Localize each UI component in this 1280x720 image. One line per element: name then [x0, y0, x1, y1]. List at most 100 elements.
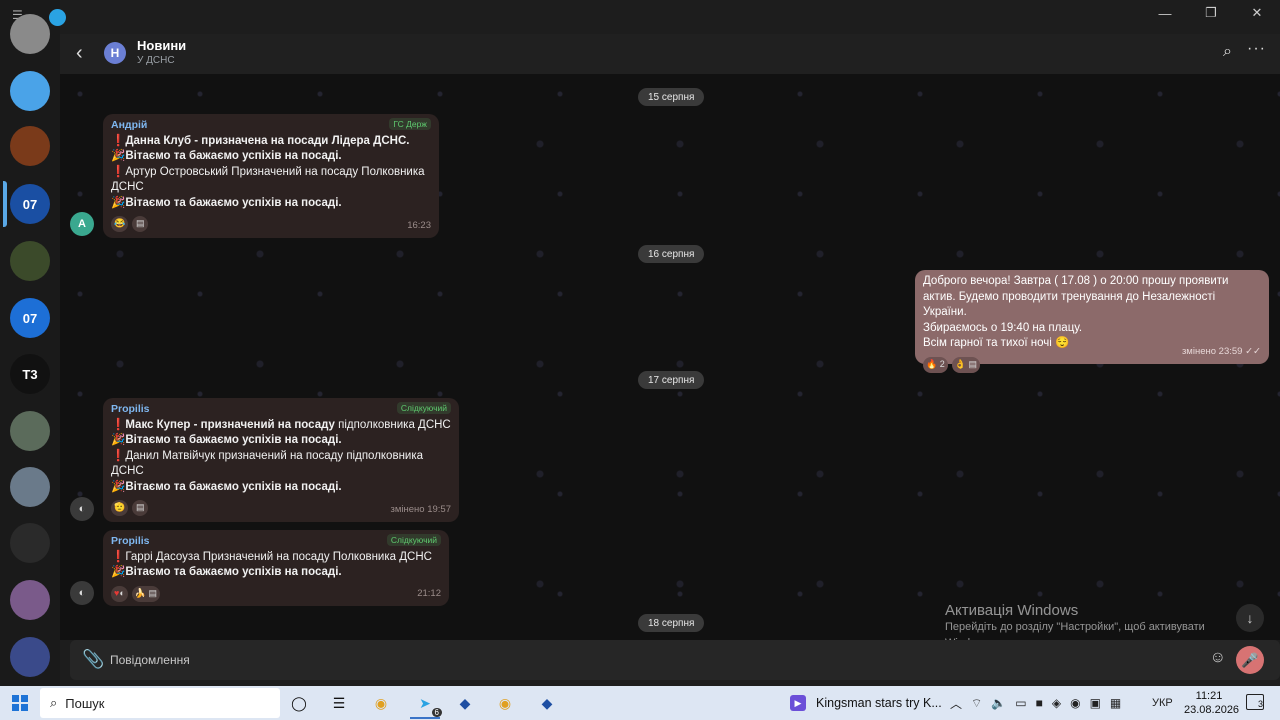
media-widget[interactable]: ▶ Kingsman stars try K...: [790, 686, 942, 720]
sidebar-chat-chat-5[interactable]: [10, 241, 50, 281]
sidebar-chat-dsns-07[interactable]: 07: [10, 184, 50, 224]
reactions-row: 😂 ▤: [111, 216, 431, 232]
paperclip-icon[interactable]: 📎: [82, 649, 104, 670]
fire-reaction[interactable]: 🔥 2: [923, 356, 948, 373]
message-line: ДСНС: [111, 181, 144, 193]
party-popper-icon: 🎉: [111, 480, 126, 493]
telegram-badge: 6: [431, 708, 442, 717]
minimize-button[interactable]: —: [1142, 0, 1188, 26]
chat-header: ‹ Н Новини У ДСНС ⌕ ···: [60, 34, 1280, 74]
sidebar-chat-t3[interactable]: T3: [10, 354, 50, 394]
telegram-taskbar-icon[interactable]: ➤ 6: [414, 692, 442, 717]
tray-app-icon[interactable]: ■: [1036, 696, 1043, 710]
chevron-up-icon[interactable]: ︿: [950, 695, 962, 712]
edited-label: змінено: [1181, 345, 1217, 357]
battery-icon[interactable]: ▭: [1015, 696, 1026, 710]
notification-count: 3: [1257, 699, 1263, 709]
tray-app-icon[interactable]: ◉: [1070, 696, 1080, 710]
task-view-icon[interactable]: ◯: [288, 692, 310, 714]
sidebar-chat-chat-07-leaders[interactable]: 07: [10, 298, 50, 338]
message-bubble[interactable]: Андрій ГС Держ ❗Данна Клуб - призначена …: [103, 114, 439, 238]
clock-time: 11:21: [1195, 690, 1223, 702]
message-bubble[interactable]: Propilis Слідкуючий ❗Макс Купер - призна…: [103, 398, 459, 522]
widgets-icon[interactable]: ☰: [328, 692, 350, 714]
speaker-icon[interactable]: 🔈: [991, 696, 1006, 710]
message-line: актив. Будемо проводити тренування до Не…: [923, 290, 1216, 319]
heart-reaction-icon[interactable]: ♥ ◐: [111, 585, 128, 602]
party-popper-icon: 🎉: [111, 434, 126, 446]
chrome-icon[interactable]: ◉: [494, 692, 516, 714]
activation-text: Перейдіть до розділу "Настройки", щоб ак…: [945, 621, 1205, 640]
sticker-icon[interactable]: ☺: [1210, 649, 1226, 667]
reactor-avatar: ▤: [132, 500, 149, 516]
date-separator: 18 серпня: [638, 614, 705, 632]
message-line: ❗Артур Островський Призначений на посаду…: [111, 165, 425, 178]
banana-reaction-icon[interactable]: 🍌 ▤: [131, 585, 160, 602]
folder-sidebar: ☰ 07 07 T3: [0, 0, 66, 686]
tray-app-icon[interactable]: ▣: [1090, 696, 1101, 710]
back-arrow-icon[interactable]: ‹: [76, 42, 83, 65]
microphone-button[interactable]: 🎤: [1236, 646, 1264, 674]
sidebar-chat-chat-9[interactable]: [10, 467, 50, 507]
sidebar-chat-chat-8[interactable]: [10, 411, 50, 451]
app-icon[interactable]: ◆: [536, 692, 558, 714]
party-popper-icon: 🎉: [111, 196, 126, 209]
sidebar-chat-chat-12[interactable]: [10, 637, 50, 677]
windows-start-button[interactable]: [12, 695, 28, 711]
chrome-icon[interactable]: ◉: [370, 692, 392, 714]
activation-title: Активація Windows: [945, 602, 1079, 619]
windows-taskbar: ⌕ Пошук ◯ ☰ ◉ ➤ 6 ◆ ◉ ◆ ▶ Kingsman stars t…: [0, 686, 1280, 720]
party-popper-icon: 🎉: [111, 150, 126, 162]
tray-app-icon[interactable]: ◈: [1052, 696, 1061, 710]
active-app-indicator: [410, 717, 440, 719]
exclamation-icon: ❗: [111, 418, 126, 431]
message-input[interactable]: [110, 650, 1110, 670]
app-icon[interactable]: ◆: [454, 692, 476, 714]
more-options-icon[interactable]: ···: [1247, 40, 1266, 58]
salute-reaction-icon[interactable]: 🫡: [111, 500, 129, 516]
laughing-reaction-icon[interactable]: 😂: [111, 216, 129, 232]
tray-app-icon[interactable]: ▦: [1110, 696, 1121, 710]
sidebar-chat-dsns-emblem[interactable]: [10, 126, 50, 166]
scroll-down-button[interactable]: ↓: [1236, 604, 1264, 632]
date-separator: 17 серпня: [638, 371, 705, 389]
taskbar-search[interactable]: ⌕ Пошук: [40, 688, 280, 718]
maximize-button[interactable]: ❐: [1188, 0, 1234, 26]
message-line: Доброго вечора! Завтра ( 17.08 ) о 20:00…: [923, 275, 1229, 287]
chat-avatar[interactable]: Н: [104, 42, 126, 64]
sender-avatar[interactable]: ◐: [70, 497, 94, 521]
sidebar-chat-chat-11[interactable]: [10, 580, 50, 620]
chat-subtitle: У ДСНС: [137, 55, 175, 66]
sender-avatar[interactable]: А: [70, 212, 94, 236]
edited-label: змінено: [390, 503, 425, 515]
sidebar-chat-profile[interactable]: [10, 14, 50, 54]
reactor-avatar: ▤: [132, 216, 149, 232]
sidebar-chat-saved-messages[interactable]: [10, 71, 50, 111]
chat-title[interactable]: Новини: [137, 38, 186, 53]
message-list[interactable]: 15 серпня 16 серпня 17 серпня 18 серпня …: [60, 74, 1280, 640]
message-meta: змінено 23:59 ✓✓: [1182, 344, 1261, 360]
relieved-face-icon: 😌: [1055, 337, 1070, 349]
message-author[interactable]: Андрій: [111, 118, 431, 134]
input-language[interactable]: УКР: [1152, 697, 1173, 709]
search-icon[interactable]: ⌕: [1223, 43, 1232, 61]
ok-hand-reaction-icon[interactable]: 👌 ▤: [951, 356, 980, 373]
message-meta: змінено 19:57: [391, 502, 451, 518]
telegram-window: ☰ 07 07 T3 — ❐ ✕ ‹ Н Новини У ДСНС ⌕ ··· 1…: [0, 0, 1280, 686]
sidebar-chat-chat-10[interactable]: [10, 523, 50, 563]
notifications-button[interactable]: 3: [1246, 694, 1264, 710]
wifi-icon[interactable]: ⌔: [971, 696, 982, 711]
message-time: 16:23: [407, 219, 431, 231]
exclamation-icon: ❗: [111, 165, 126, 178]
clock[interactable]: 11:21 23.08.2026: [1184, 689, 1239, 717]
own-message-bubble[interactable]: Доброго вечора! Завтра ( 17.08 ) о 20:00…: [915, 270, 1269, 373]
telegram-logo-icon: [49, 9, 66, 26]
message-bubble[interactable]: Propilis Слідкуючий ❗Гаррі Дасоуза Призн…: [103, 530, 449, 606]
sender-avatar[interactable]: ◐: [70, 581, 94, 605]
message-line: 🎉Вітаємо та бажаємо успіхів на посаді.: [111, 434, 342, 446]
read-checks-icon: ✓✓: [1245, 345, 1261, 357]
message-line: ❗Макс Купер - призначений на посаду підп…: [111, 418, 451, 431]
close-button[interactable]: ✕: [1234, 0, 1280, 26]
message-time: 23:59: [1218, 345, 1243, 357]
author-role-badge: Слідкуючий: [386, 534, 441, 546]
